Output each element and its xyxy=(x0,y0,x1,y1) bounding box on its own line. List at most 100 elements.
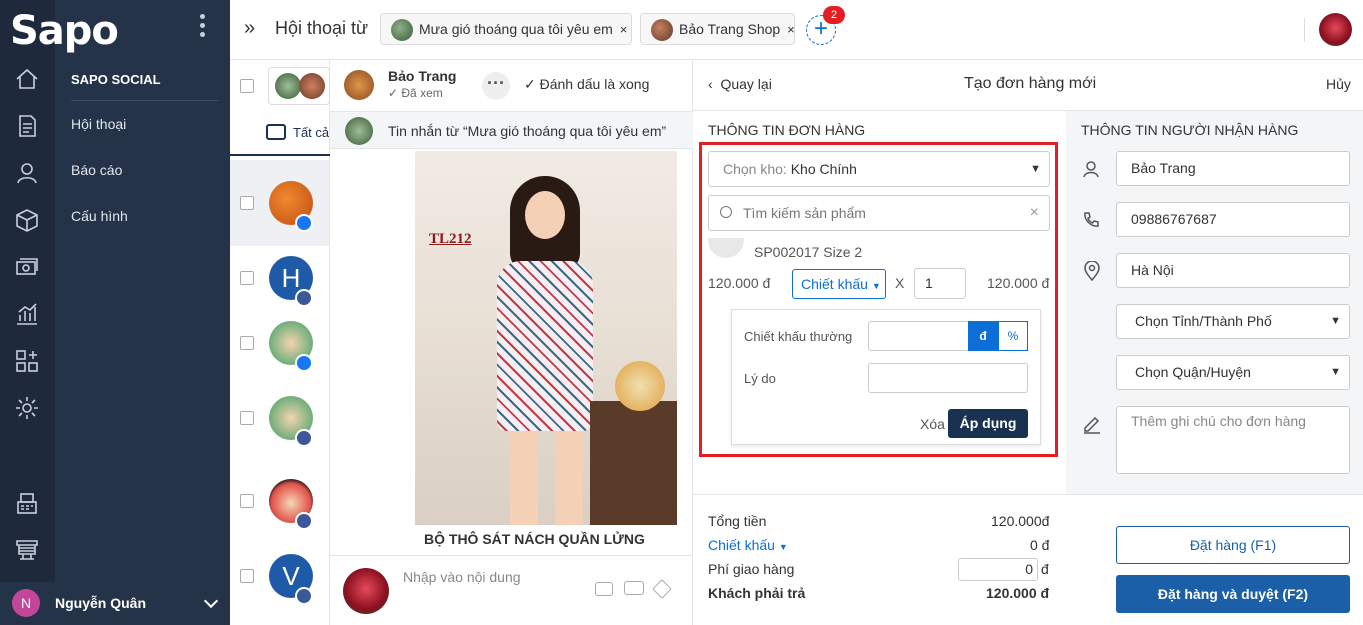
order-discount-toggle[interactable]: Chiết khấu ▼ xyxy=(708,537,788,553)
shipping-fee-input[interactable]: 0 xyxy=(958,558,1038,581)
recipient-title: THÔNG TIN NGƯỜI NHẬN HÀNG xyxy=(1081,122,1299,138)
unit-price: 120.000 đ xyxy=(708,275,771,291)
collapse-icon[interactable]: » xyxy=(244,17,255,40)
model-face xyxy=(525,191,565,239)
district-select[interactable]: Chọn Quận/Huyện ▼ xyxy=(1116,355,1350,390)
row-checkbox[interactable] xyxy=(240,271,254,285)
product-search-input[interactable]: Tìm kiếm sản phẩm × xyxy=(708,195,1050,231)
amount-due-value: 120.000 đ xyxy=(986,585,1050,601)
row-checkbox[interactable] xyxy=(240,196,254,210)
tab-all[interactable]: Tất cả xyxy=(230,112,330,156)
box-icon[interactable] xyxy=(14,207,40,233)
delete-discount-button[interactable]: Xóa xyxy=(920,416,945,432)
back-label: Quay lại xyxy=(720,76,772,92)
nightstand xyxy=(590,401,677,525)
divider xyxy=(693,494,1363,495)
flowers xyxy=(615,361,665,411)
caret-down-icon: ▼ xyxy=(871,281,881,291)
discount-toggle[interactable]: Chiết khấu ▼ xyxy=(792,269,886,299)
report-icon[interactable] xyxy=(14,301,40,327)
shipping-unit: đ xyxy=(1041,561,1049,577)
location-icon xyxy=(1083,260,1101,282)
place-order-button[interactable]: Đặt hàng (F1) xyxy=(1116,526,1350,564)
sidebar-item-reports[interactable]: Báo cáo xyxy=(71,162,122,178)
row-checkbox[interactable] xyxy=(240,336,254,350)
pos-icon[interactable] xyxy=(14,490,40,516)
model-leg xyxy=(555,431,583,525)
row-checkbox[interactable] xyxy=(240,569,254,583)
tab-conversation-page[interactable]: Mưa gió thoáng qua tôi yêu em × xyxy=(380,13,632,45)
contact-status: ✓ Đã xem xyxy=(388,86,443,100)
recipient-phone-input[interactable]: 09886767687 xyxy=(1116,202,1350,237)
multiply-sign: X xyxy=(895,275,905,291)
apply-discount-button[interactable]: Áp dụng xyxy=(948,409,1028,438)
recipient-name-input[interactable]: Bảo Trang xyxy=(1116,151,1350,186)
message-source-text: Tin nhắn từ “Mưa gió thoáng qua tôi yêu … xyxy=(388,123,667,139)
apps-icon[interactable] xyxy=(14,348,40,374)
place-approve-order-button[interactable]: Đặt hàng và duyệt (F2) xyxy=(1116,575,1350,613)
user-icon[interactable] xyxy=(14,160,40,186)
close-icon[interactable]: × xyxy=(620,22,628,37)
quick-reply-icon[interactable] xyxy=(624,581,644,595)
tab-label: Mưa gió thoáng qua tôi yêu em xyxy=(419,21,613,37)
close-icon[interactable]: × xyxy=(787,22,795,37)
messenger-icon xyxy=(295,214,313,232)
contact-name: Bảo Trang xyxy=(388,68,457,84)
product-image[interactable]: TL212 xyxy=(415,151,677,525)
account-avatar[interactable] xyxy=(1319,13,1352,46)
province-label: Chọn Tỉnh/Thành Phố xyxy=(1135,313,1272,329)
warehouse-select[interactable]: Chọn kho: Kho Chính ▼ xyxy=(708,151,1050,187)
cancel-button[interactable]: Hủy xyxy=(1326,76,1351,92)
user-name: Nguyễn Quân xyxy=(55,595,147,611)
chevron-down-icon xyxy=(203,593,219,609)
order-icon[interactable] xyxy=(14,113,40,139)
message-input[interactable]: Nhập vào nội dung xyxy=(403,569,521,585)
row-checkbox[interactable] xyxy=(240,411,254,425)
sidebar-section-title: SAPO SOCIAL xyxy=(71,72,161,87)
person-icon xyxy=(1082,160,1100,178)
store-icon[interactable] xyxy=(14,537,40,563)
more-vertical-icon[interactable] xyxy=(200,14,206,42)
facebook-icon xyxy=(295,587,313,605)
camera-icon[interactable] xyxy=(595,582,613,596)
phone-icon xyxy=(1082,211,1100,229)
caret-down-icon: ▼ xyxy=(778,542,788,552)
select-all-checkbox[interactable] xyxy=(240,79,254,93)
caret-down-icon: ▼ xyxy=(1330,366,1341,378)
sidebar-item-settings[interactable]: Cấu hình xyxy=(71,208,128,224)
recipient-address-input[interactable]: Hà Nội xyxy=(1116,253,1350,288)
row-checkbox[interactable] xyxy=(240,494,254,508)
quantity-input[interactable]: 1 xyxy=(914,268,966,299)
district-label: Chọn Quận/Huyện xyxy=(1135,364,1251,380)
contact-avatar xyxy=(344,70,374,100)
warehouse-value: Kho Chính xyxy=(790,161,857,177)
province-select[interactable]: Chọn Tỉnh/Thành Phố ▼ xyxy=(1116,304,1350,339)
search-placeholder: Tìm kiếm sản phẩm xyxy=(743,205,866,221)
page-filter[interactable] xyxy=(268,67,330,105)
edit-icon xyxy=(1082,414,1102,434)
order-info-title: THÔNG TIN ĐƠN HÀNG xyxy=(708,122,866,138)
mark-done-button[interactable]: ✓ Đánh dấu là xong xyxy=(524,76,649,93)
page-avatar xyxy=(391,19,413,41)
user-menu[interactable]: N Nguyễn Quân xyxy=(0,582,230,625)
unit-percent-toggle[interactable]: % xyxy=(998,321,1028,351)
reason-label: Lý do xyxy=(744,371,776,386)
order-discount-value: 0 đ xyxy=(1030,537,1050,553)
tab-shop-page[interactable]: Bảo Trang Shop × xyxy=(640,13,795,45)
page-avatar xyxy=(651,19,673,41)
divider xyxy=(330,555,693,556)
back-button[interactable]: ‹ Quay lại xyxy=(708,76,772,92)
unit-vnd-toggle[interactable]: đ xyxy=(968,321,998,351)
order-title: Tạo đơn hàng mới xyxy=(964,75,1097,92)
clear-icon[interactable]: × xyxy=(1030,196,1039,230)
sidebar-item-conversations[interactable]: Hội thoại xyxy=(71,116,126,132)
home-icon[interactable] xyxy=(14,66,40,92)
reason-input[interactable] xyxy=(868,363,1028,393)
order-note-textarea[interactable]: Thêm ghi chú cho đơn hàng xyxy=(1116,406,1350,474)
money-icon[interactable] xyxy=(14,254,40,280)
caret-down-icon: ▼ xyxy=(1030,163,1041,175)
product-name: SP002017 Size 2 xyxy=(754,244,863,260)
model-leg xyxy=(510,431,538,525)
more-options-button[interactable]: ··· xyxy=(482,72,510,100)
settings-icon[interactable] xyxy=(14,395,40,421)
